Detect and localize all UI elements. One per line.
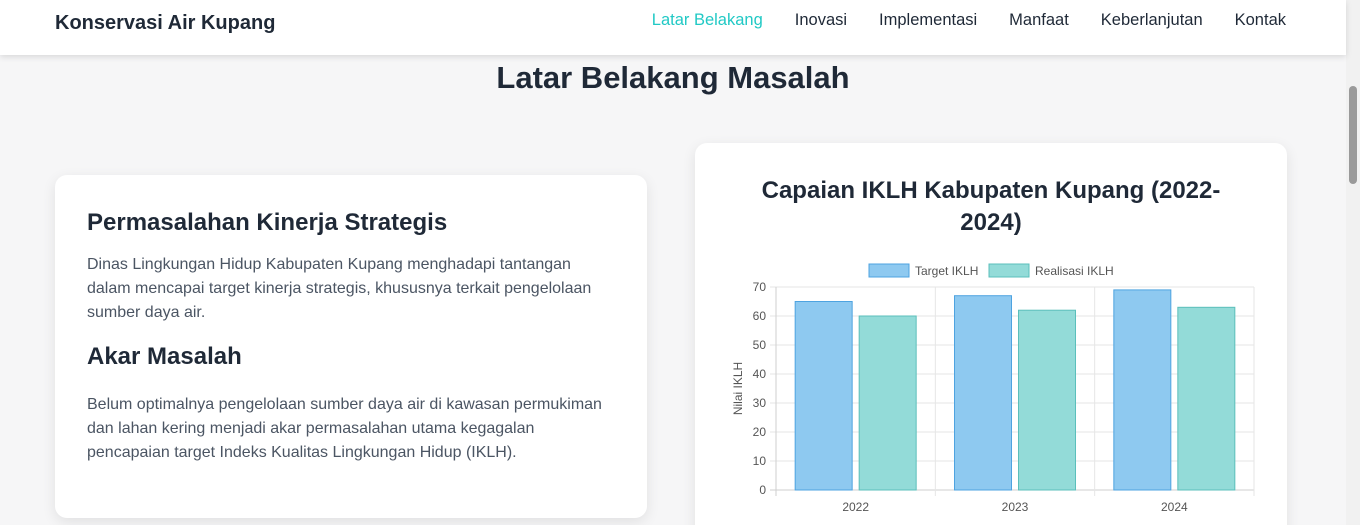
root-cause-paragraph: Belum optimalnya pengelolaan sumber daya… — [87, 396, 602, 461]
scrollbar-thumb[interactable] — [1349, 86, 1357, 184]
y-tick-label: 20 — [753, 425, 767, 439]
root-cause-heading: Akar Masalah — [87, 343, 242, 370]
legend-label-realisasi: Realisasi IKLH — [1035, 264, 1114, 278]
legend-label-target: Target IKLH — [915, 264, 978, 278]
y-tick-label: 70 — [753, 280, 767, 294]
iklh-bar-chart: 0 10 20 30 40 50 60 70 2022 2023 2024 Nilai IKLH Tar… — [731, 263, 1255, 514]
nav-link-inovasi[interactable]: Inovasi — [795, 11, 847, 30]
y-tick-label: 30 — [753, 396, 767, 410]
bar-target-2023 — [954, 295, 1012, 491]
legend-swatch-realisasi — [988, 263, 1030, 278]
chart-card: Capaian IKLH Kabupaten Kupang (2022-2024… — [695, 143, 1287, 525]
y-tick-label: 60 — [753, 309, 767, 323]
legend-swatch-target — [868, 263, 910, 278]
bar-realisasi-2022 — [858, 315, 917, 491]
bar-realisasi-2024 — [1177, 306, 1236, 491]
x-tick-label: 2022 — [842, 500, 869, 514]
x-tick-label: 2024 — [1161, 500, 1188, 514]
bar-target-2022 — [794, 301, 853, 491]
nav-link-latar-belakang[interactable]: Latar Belakang — [652, 11, 763, 30]
y-tick-label: 0 — [759, 483, 766, 497]
section-title: Latar Belakang Masalah — [496, 60, 850, 95]
y-tick-label: 50 — [753, 338, 767, 352]
navbar: Konservasi Air Kupang Latar Belakang Ino… — [0, 0, 1346, 55]
bar-target-2024 — [1113, 289, 1172, 491]
y-tick-label: 40 — [753, 367, 767, 381]
nav-link-implementasi[interactable]: Implementasi — [879, 11, 977, 30]
brand-title[interactable]: Konservasi Air Kupang — [55, 12, 275, 35]
problem-paragraph: Dinas Lingkungan Hidup Kabupaten Kupang … — [87, 256, 592, 321]
nav-link-kontak[interactable]: Kontak — [1235, 11, 1286, 30]
y-axis-label: Nilai IKLH — [731, 362, 745, 415]
bar-realisasi-2023 — [1018, 309, 1076, 491]
problem-card: Permasalahan Kinerja Strategis Dinas Lin… — [55, 175, 647, 518]
nav-link-manfaat[interactable]: Manfaat — [1009, 11, 1069, 30]
page-scrollbar[interactable] — [1346, 0, 1360, 525]
x-tick-label: 2023 — [1002, 500, 1029, 514]
y-tick-label: 10 — [753, 454, 767, 468]
nav-link-keberlanjutan[interactable]: Keberlanjutan — [1101, 11, 1203, 30]
problem-heading: Permasalahan Kinerja Strategis — [87, 209, 448, 236]
nav-links: Latar Belakang Inovasi Implementasi Manf… — [652, 11, 1286, 30]
